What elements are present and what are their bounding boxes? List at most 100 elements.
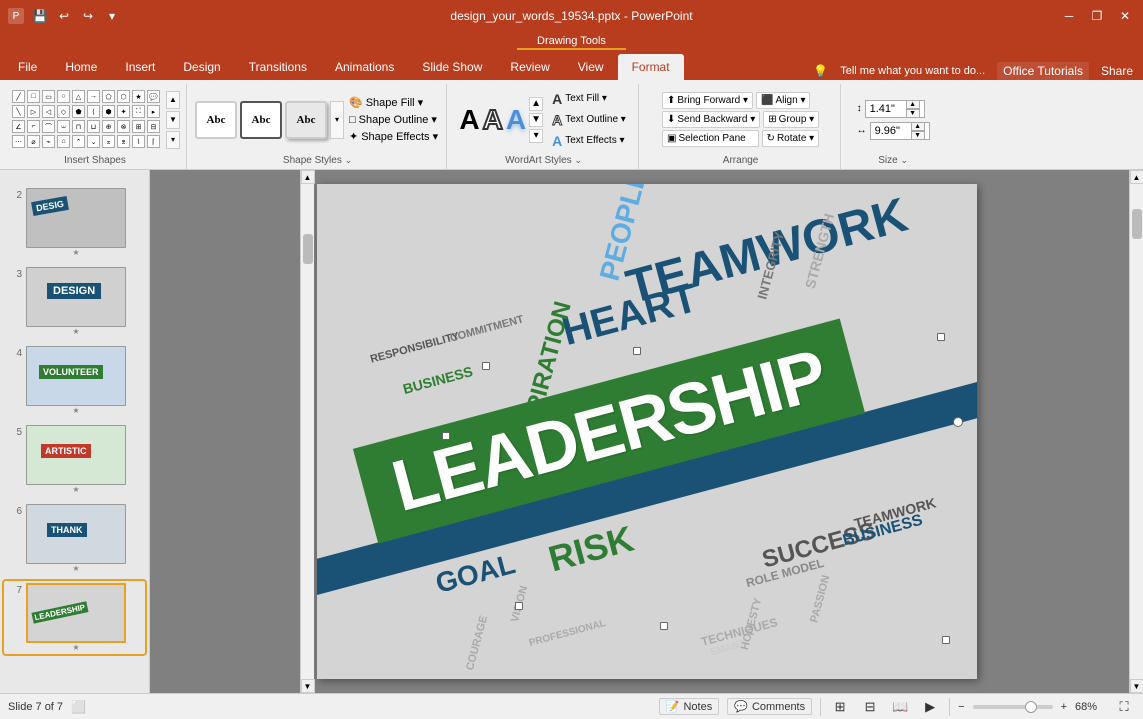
save-button[interactable]: 💾 [30, 6, 50, 26]
shape-r2c6[interactable]: ⟨ [87, 105, 100, 118]
callout-shape[interactable]: 💬 [147, 90, 160, 103]
shape-fill-btn[interactable]: 🎨 Shape Fill ▾ [347, 95, 440, 110]
shape-r4c7[interactable]: ⌅ [102, 135, 115, 148]
right-scroll-thumb[interactable] [1132, 209, 1142, 239]
shape-r2c2[interactable]: ▷ [27, 105, 40, 118]
restore-button[interactable]: ❐ [1087, 6, 1107, 26]
handle-ml[interactable] [442, 432, 450, 440]
shapes-scroll-up[interactable]: ▲ [166, 91, 180, 109]
scroll-bottom-btn[interactable]: ▼ [301, 679, 315, 693]
handle-tm[interactable] [633, 347, 641, 355]
office-tutorials-button[interactable]: Office Tutorials [997, 62, 1089, 80]
star-shape[interactable]: ★ [132, 90, 145, 103]
customize-button[interactable]: ▾ [102, 6, 122, 26]
tab-home[interactable]: Home [51, 54, 111, 80]
handle-br[interactable] [942, 636, 950, 644]
zoom-slider[interactable] [973, 705, 1053, 709]
pentagon[interactable]: ⬠ [102, 90, 115, 103]
tab-file[interactable]: File [4, 54, 51, 80]
shape-r4c8[interactable]: ⌆ [117, 135, 130, 148]
shape-r2c5[interactable]: ⬟ [72, 105, 85, 118]
wordart-expand[interactable]: ⌄ [574, 155, 582, 165]
share-button[interactable]: Share [1101, 64, 1133, 78]
normal-view-btn[interactable]: ⊞ [829, 696, 851, 718]
shape-r2c8[interactable]: ✦ [117, 105, 130, 118]
close-button[interactable]: ✕ [1115, 6, 1135, 26]
tab-transitions[interactable]: Transitions [235, 54, 321, 80]
width-spinbox[interactable]: 9.96" ▲ ▼ [870, 122, 930, 140]
right-scroll-bottom[interactable]: ▼ [1130, 679, 1143, 693]
width-up[interactable]: ▲ [911, 122, 925, 131]
shape-outline-btn[interactable]: □ Shape Outline ▾ [347, 112, 440, 127]
shapes-scroll-more[interactable]: ▾ [166, 131, 180, 149]
tab-review[interactable]: Review [496, 54, 563, 80]
height-down[interactable]: ▼ [906, 109, 920, 118]
align-btn[interactable]: ⬛ Align ▾ [756, 92, 811, 109]
wordart-scroll-down[interactable]: ▼ [529, 113, 543, 127]
handle-tl[interactable] [482, 362, 490, 370]
handle-mr[interactable] [953, 417, 963, 427]
slide-item-5[interactable]: 5 ARTISTIC ★ [4, 423, 145, 496]
selection-pane-btn[interactable]: ▣ Selection Pane [662, 130, 759, 147]
height-up[interactable]: ▲ [906, 100, 920, 109]
group-btn[interactable]: ⊞ Group ▾ [763, 111, 819, 128]
wordart-plain-btn[interactable]: A [459, 104, 479, 136]
shape-r2c7[interactable]: ⬢ [102, 105, 115, 118]
width-down[interactable]: ▼ [911, 131, 925, 140]
tab-slideshow[interactable]: Slide Show [408, 54, 496, 80]
rect-shape[interactable]: □ [27, 90, 40, 103]
slideshow-btn[interactable]: ▶ [919, 696, 941, 718]
slide-item-2[interactable]: 2 DESIG ★ [4, 186, 145, 259]
zoom-thumb[interactable] [1025, 701, 1037, 713]
wordart-reflect-btn[interactable]: A [506, 104, 526, 136]
shape-effects-btn[interactable]: ✦ Shape Effects ▾ [347, 129, 440, 144]
size-expand[interactable]: ⌄ [900, 155, 908, 165]
shape-r2c1[interactable]: ╲ [12, 105, 25, 118]
shape-r4c5[interactable]: ⌃ [72, 135, 85, 148]
oval-shape[interactable]: ○ [57, 90, 70, 103]
tab-view[interactable]: View [564, 54, 618, 80]
style-more-btn[interactable]: ▾ [330, 101, 344, 139]
shape-r4c4[interactable]: ⌂ [57, 135, 70, 148]
shape-r2c10[interactable]: ▸ [147, 105, 160, 118]
shape-r3c6[interactable]: ⊔ [87, 120, 100, 133]
shape-r2c3[interactable]: ◁ [42, 105, 55, 118]
rounded-rect[interactable]: ▭ [42, 90, 55, 103]
slide-item-3[interactable]: 3 DESIGN ★ [4, 265, 145, 338]
line-shape[interactable]: ╱ [12, 90, 25, 103]
shape-r3c3[interactable]: ⌒ [42, 120, 55, 133]
style-btn-2[interactable]: Abc [240, 101, 282, 139]
reading-view-btn[interactable]: 📖 [889, 696, 911, 718]
scroll-top-btn[interactable]: ▲ [301, 170, 315, 184]
zoom-out-icon[interactable]: − [958, 701, 964, 713]
shape-r4c6[interactable]: ⌄ [87, 135, 100, 148]
text-outline-btn[interactable]: A Text Outline ▾ [550, 111, 628, 129]
shape-r3c1[interactable]: ∠ [12, 120, 25, 133]
hexagon[interactable]: ⬡ [117, 90, 130, 103]
shape-r4c1[interactable]: ⋯ [12, 135, 25, 148]
shape-r3c7[interactable]: ⊕ [102, 120, 115, 133]
text-effects-btn[interactable]: A Text Effects ▾ [550, 132, 628, 150]
zoom-level[interactable]: 68% [1075, 701, 1105, 713]
bring-forward-btn[interactable]: ⬆ Bring Forward ▾ [662, 92, 753, 109]
tab-design[interactable]: Design [169, 54, 234, 80]
handle-bm[interactable] [660, 622, 668, 630]
scroll-thumb[interactable] [303, 234, 313, 264]
slide-item-6[interactable]: 6 THANK ★ [4, 502, 145, 575]
shape-r4c3[interactable]: ⌁ [42, 135, 55, 148]
redo-button[interactable]: ↪ [78, 6, 98, 26]
height-spinbox[interactable]: 1.41" ▲ ▼ [865, 100, 925, 118]
text-fill-btn[interactable]: A Text Fill ▾ [550, 90, 628, 108]
slide-item-7[interactable]: 7 LEADERSHIP ★ [4, 581, 145, 654]
shape-r3c10[interactable]: ⊟ [147, 120, 160, 133]
handle-bl[interactable] [515, 602, 523, 610]
style-btn-3[interactable]: Abc [285, 101, 327, 139]
slide-item-4[interactable]: 4 VOLUNTEER ★ [4, 344, 145, 417]
shape-r3c8[interactable]: ⊗ [117, 120, 130, 133]
send-backward-btn[interactable]: ⬇ Send Backward ▾ [662, 111, 760, 128]
slide-sorter-btn[interactable]: ⊟ [859, 696, 881, 718]
undo-button[interactable]: ↩ [54, 6, 74, 26]
shape-r3c2[interactable]: ⌐ [27, 120, 40, 133]
wordart-scroll-up[interactable]: ▲ [529, 97, 543, 111]
right-scroll-top[interactable]: ▲ [1130, 170, 1143, 184]
